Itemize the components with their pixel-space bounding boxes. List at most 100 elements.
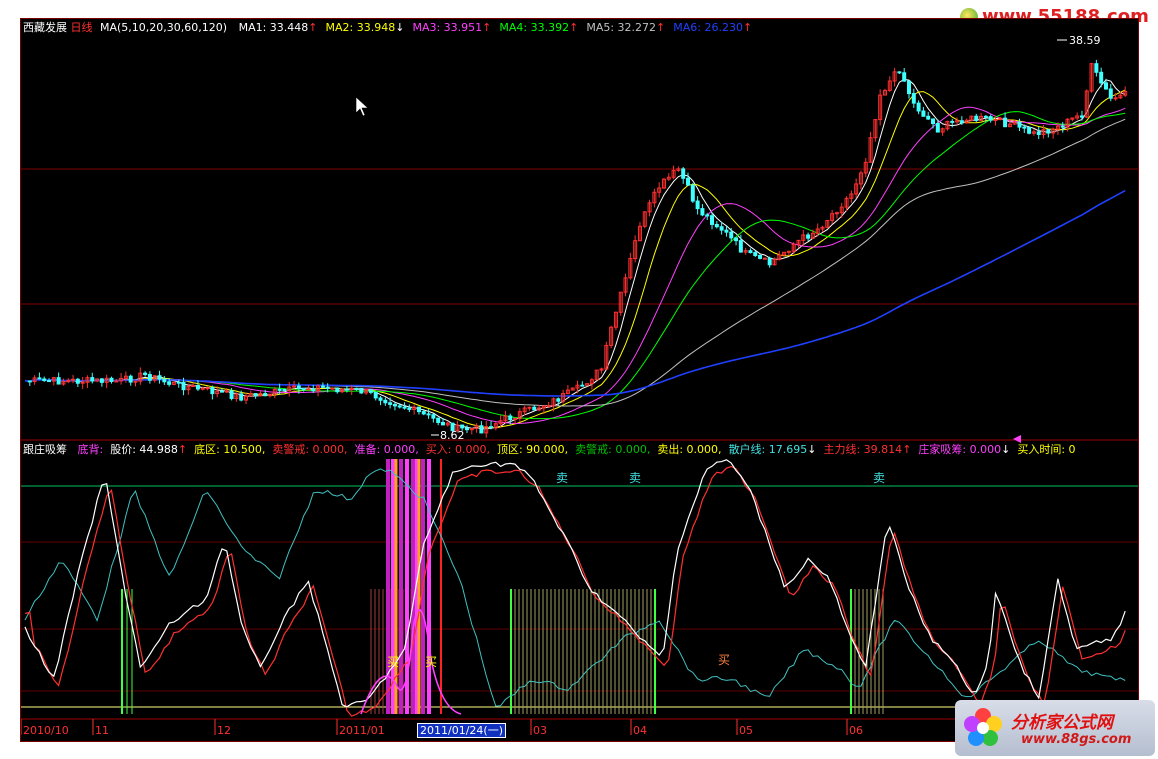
candle-body[interactable] bbox=[157, 375, 162, 380]
period-label[interactable]: 日线 bbox=[71, 21, 93, 34]
candle-body[interactable] bbox=[306, 388, 311, 391]
candle-body[interactable] bbox=[950, 120, 955, 123]
candle-body[interactable] bbox=[191, 385, 196, 388]
candle-body[interactable] bbox=[1017, 121, 1022, 128]
candle-body[interactable] bbox=[263, 393, 268, 397]
candle-body[interactable] bbox=[719, 226, 724, 231]
candle-body[interactable] bbox=[109, 377, 114, 382]
candle-body[interactable] bbox=[205, 387, 210, 390]
candle-body[interactable] bbox=[460, 424, 465, 429]
ma-params[interactable]: MA(5,10,20,30,60,120) bbox=[100, 21, 227, 34]
candle-body[interactable] bbox=[114, 380, 119, 383]
candle-body[interactable] bbox=[368, 389, 373, 393]
candle-body[interactable] bbox=[988, 116, 993, 121]
candle-body[interactable] bbox=[27, 380, 32, 383]
candle-body[interactable] bbox=[931, 118, 936, 125]
candle-body[interactable] bbox=[239, 393, 244, 401]
candle-body[interactable] bbox=[373, 391, 378, 399]
indicator-name[interactable]: 跟庄吸筹 bbox=[23, 443, 67, 456]
candle-body[interactable] bbox=[75, 378, 80, 384]
candle-body[interactable] bbox=[354, 387, 359, 390]
candle-body[interactable] bbox=[724, 229, 729, 233]
candle-body[interactable] bbox=[489, 426, 494, 429]
candle-body[interactable] bbox=[335, 387, 340, 393]
candle-body[interactable] bbox=[762, 257, 767, 260]
candle-body[interactable] bbox=[748, 250, 753, 254]
chart-canvas[interactable]: 38.59 8.62 卖 卖 卖 买 买 买 bbox=[21, 19, 1138, 741]
candle-body[interactable] bbox=[714, 223, 719, 228]
candle-body[interactable] bbox=[1003, 117, 1008, 128]
candle-body[interactable] bbox=[229, 390, 234, 400]
candle-body[interactable] bbox=[80, 381, 85, 384]
candle-body[interactable] bbox=[465, 427, 469, 431]
candle-body[interactable] bbox=[705, 214, 710, 217]
candle-body[interactable] bbox=[162, 378, 167, 383]
stock-name[interactable]: 西藏发展 bbox=[23, 21, 67, 34]
candle-body[interactable] bbox=[128, 375, 133, 383]
candle-body[interactable] bbox=[758, 254, 763, 259]
candle-body[interactable] bbox=[1027, 126, 1032, 134]
candle-body[interactable] bbox=[695, 200, 700, 210]
candle-body[interactable] bbox=[974, 115, 979, 121]
candle-body[interactable] bbox=[195, 385, 200, 390]
candle-body[interactable] bbox=[902, 72, 907, 82]
candle-body[interactable] bbox=[56, 377, 61, 385]
candle-body[interactable] bbox=[219, 390, 224, 393]
candle-body[interactable] bbox=[147, 374, 152, 381]
candle-body[interactable] bbox=[983, 115, 988, 118]
chart-window[interactable]: 38.59 8.62 卖 卖 卖 买 买 买 西藏发展 日线 MA(5,10,2… bbox=[20, 18, 1139, 742]
candle-body[interactable] bbox=[834, 212, 839, 215]
candle-body[interactable] bbox=[253, 393, 258, 397]
candle-body[interactable] bbox=[767, 257, 772, 266]
candle-body[interactable] bbox=[710, 215, 715, 225]
candle-body[interactable] bbox=[210, 387, 215, 395]
candle-body[interactable] bbox=[513, 418, 518, 421]
candle-body[interactable] bbox=[907, 80, 911, 95]
candle-body[interactable] bbox=[397, 405, 402, 408]
candle-body[interactable] bbox=[1103, 82, 1108, 90]
candle-body[interactable] bbox=[935, 123, 940, 133]
candle-body[interactable] bbox=[421, 411, 426, 415]
candle-body[interactable] bbox=[690, 184, 695, 202]
candle-body[interactable] bbox=[296, 385, 301, 389]
candle-body[interactable] bbox=[320, 385, 325, 388]
candle-body[interactable] bbox=[1060, 125, 1065, 128]
candle-body[interactable] bbox=[1079, 115, 1084, 118]
candle-body[interactable] bbox=[753, 252, 758, 256]
candle-body[interactable] bbox=[546, 405, 551, 408]
candle-body[interactable] bbox=[508, 415, 513, 421]
candle-body[interactable] bbox=[1046, 129, 1051, 134]
candle-body[interactable] bbox=[378, 397, 383, 401]
candle-body[interactable] bbox=[911, 93, 916, 104]
candle-body[interactable] bbox=[527, 406, 532, 409]
candle-body[interactable] bbox=[1113, 97, 1118, 100]
candle-body[interactable] bbox=[42, 378, 47, 382]
candle-body[interactable] bbox=[479, 425, 484, 434]
candle-body[interactable] bbox=[416, 406, 421, 413]
candle-body[interactable] bbox=[402, 406, 407, 409]
candle-body[interactable] bbox=[143, 372, 148, 376]
candle-body[interactable] bbox=[993, 119, 998, 122]
candle-body[interactable] bbox=[1022, 126, 1027, 129]
candle-body[interactable] bbox=[921, 110, 926, 117]
candle-body[interactable] bbox=[325, 386, 330, 389]
candle-body[interactable] bbox=[734, 237, 739, 242]
candle-body[interactable] bbox=[426, 413, 431, 416]
candle-body[interactable] bbox=[277, 388, 282, 391]
candle-body[interactable] bbox=[729, 231, 734, 239]
candle-body[interactable] bbox=[681, 168, 686, 179]
candle-body[interactable] bbox=[431, 414, 436, 419]
candle-body[interactable] bbox=[99, 378, 104, 383]
candle-body[interactable] bbox=[738, 240, 743, 253]
candle-body[interactable] bbox=[47, 380, 52, 383]
candle-body[interactable] bbox=[1036, 131, 1041, 136]
candle-body[interactable] bbox=[806, 234, 811, 239]
candle-body[interactable] bbox=[1108, 88, 1113, 99]
candle-body[interactable] bbox=[311, 388, 316, 392]
candle-body[interactable] bbox=[359, 387, 364, 394]
candle-body[interactable] bbox=[897, 71, 902, 74]
candle-body[interactable] bbox=[440, 421, 445, 426]
candle-body[interactable] bbox=[700, 208, 705, 216]
candle-body[interactable] bbox=[916, 102, 921, 112]
candle-body[interactable] bbox=[167, 381, 172, 385]
